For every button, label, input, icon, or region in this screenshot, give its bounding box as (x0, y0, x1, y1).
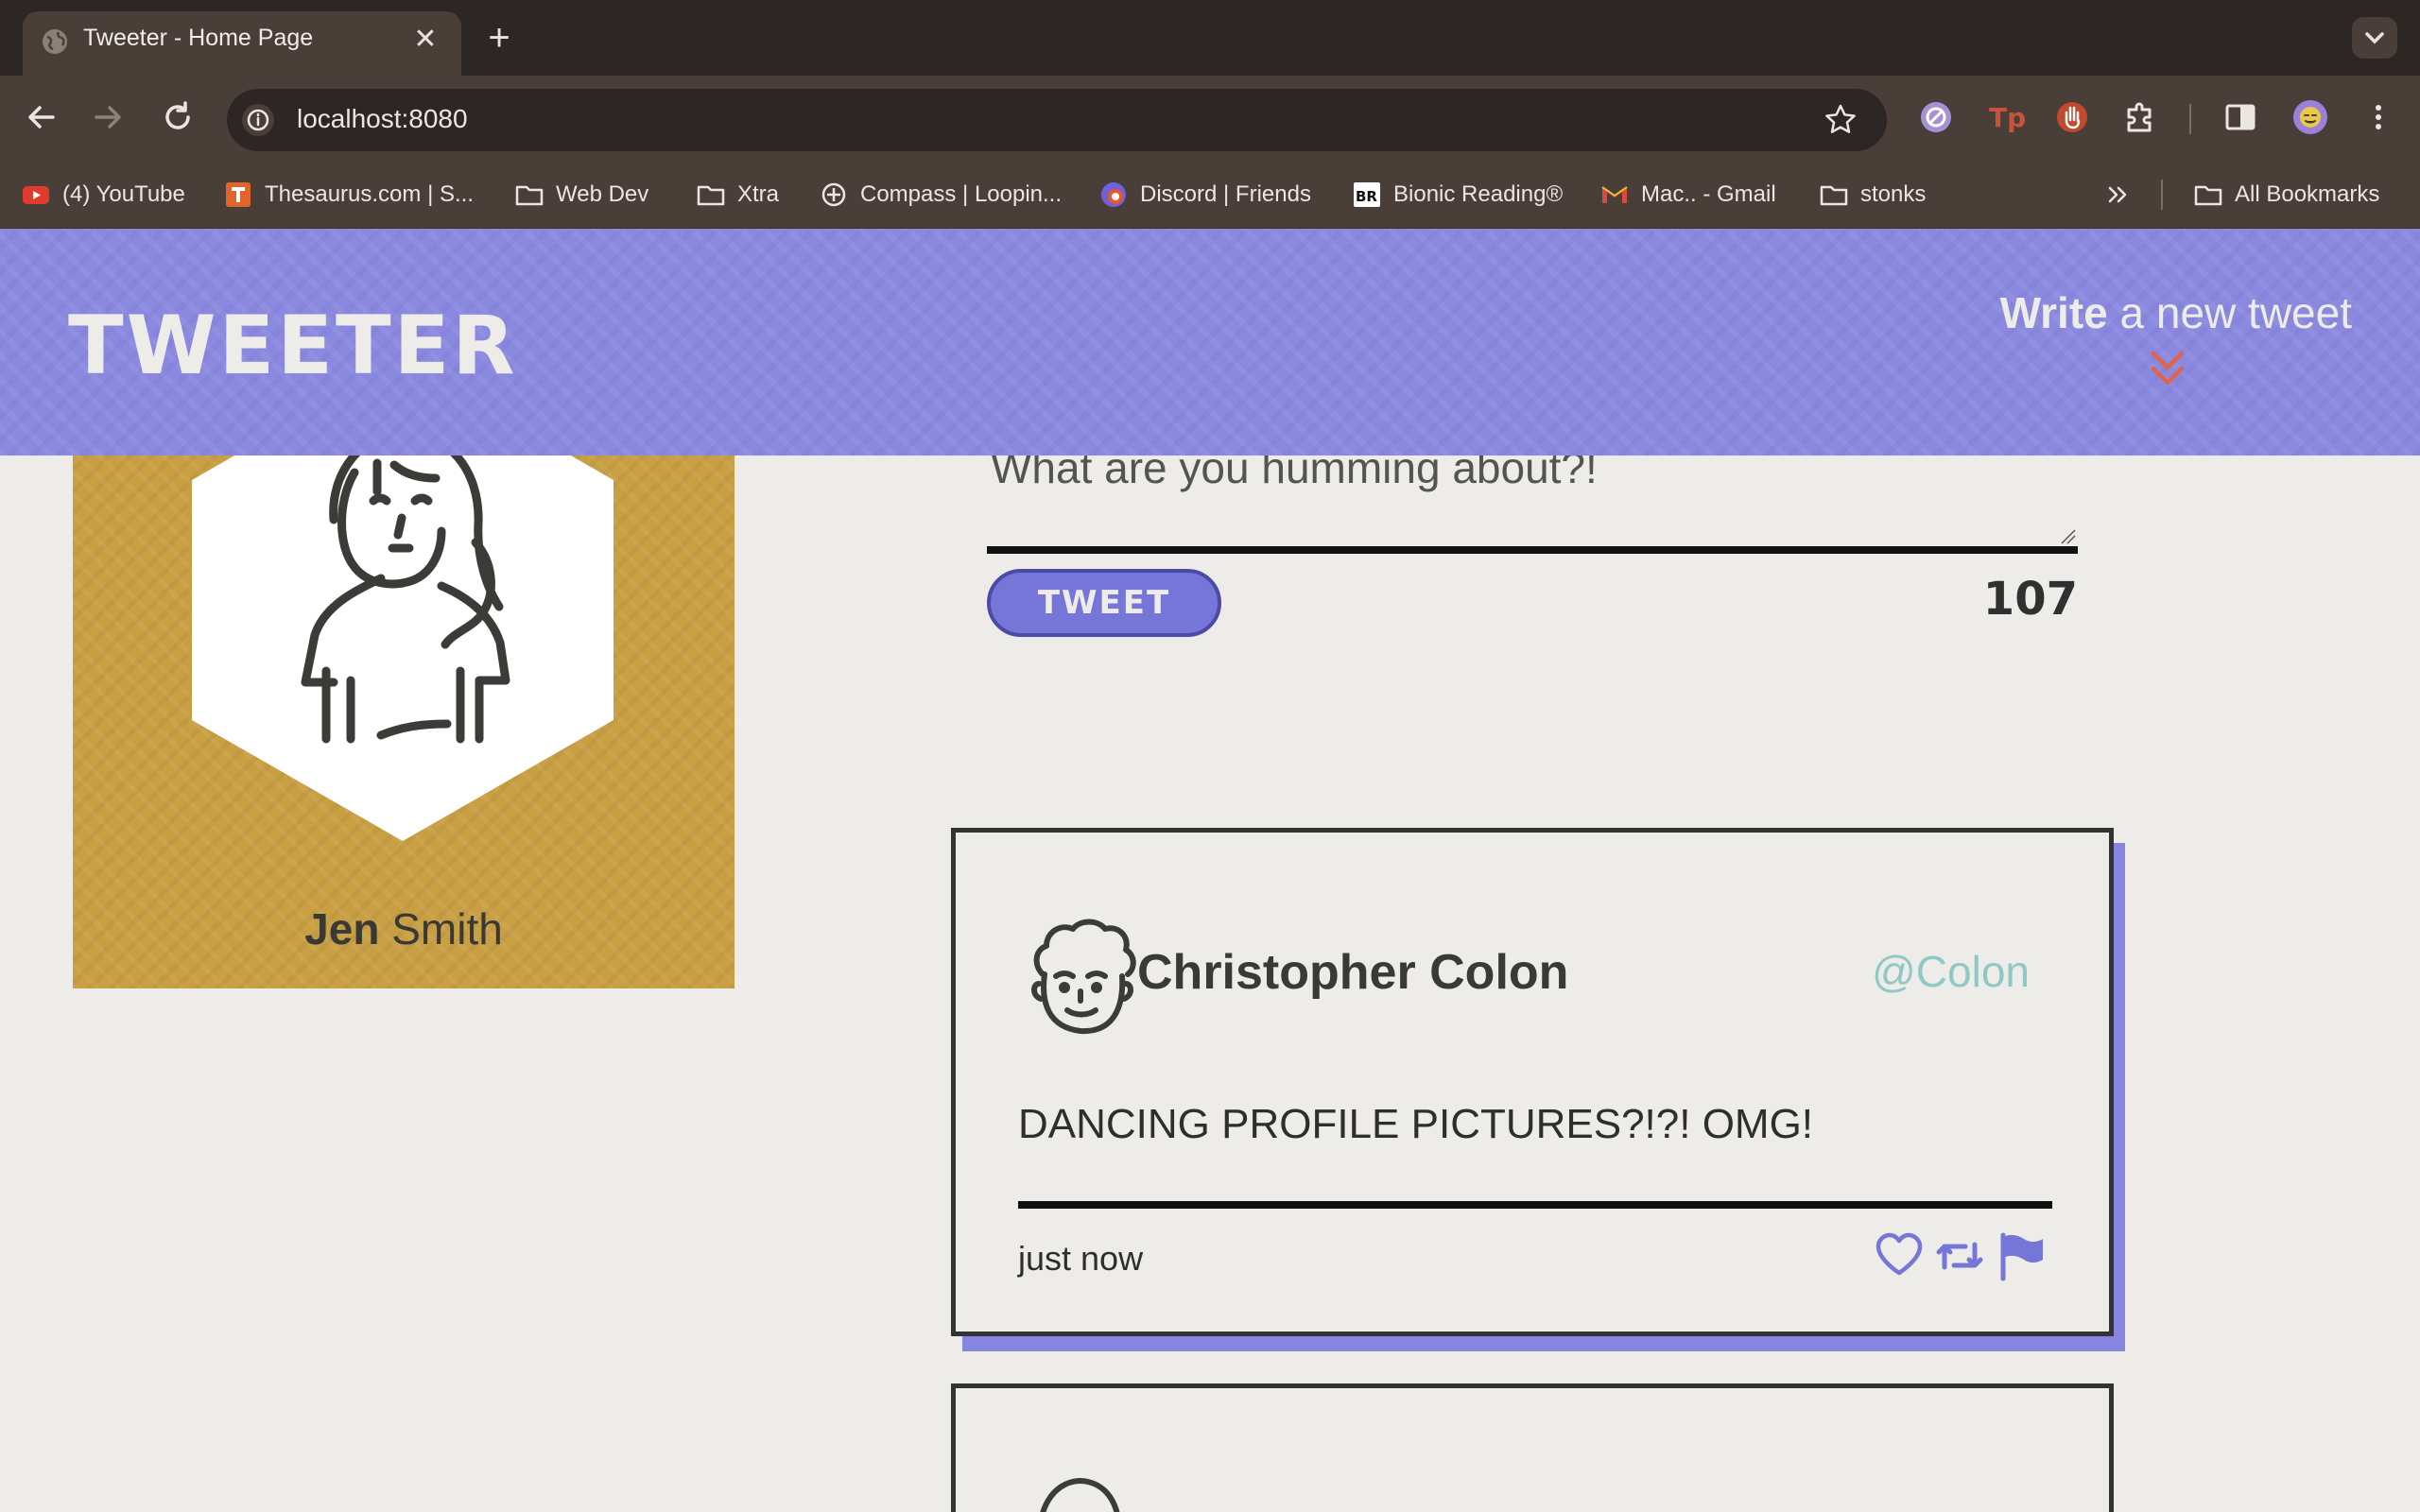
extension-block-icon[interactable] (1913, 94, 1959, 140)
bookmark-star-icon[interactable] (1823, 102, 1858, 138)
thesaurus-icon (226, 182, 251, 207)
site-header: TWEETER Write a new tweet (0, 229, 2420, 455)
tweet-actions (1873, 1229, 2048, 1286)
textarea-underline (987, 546, 2078, 554)
tweet-submit-button[interactable]: TWEET (987, 569, 1221, 637)
side-panel-icon[interactable] (2218, 94, 2263, 140)
folder-icon (2194, 185, 2222, 206)
all-bookmarks-button[interactable]: All Bookmarks (2193, 176, 2379, 214)
write-rest-label: a new tweet (2119, 288, 2352, 337)
profile-card: Jen Smith (73, 359, 735, 988)
bookmarks-bar: (4) YouTube Thesaurus.com | S... Web Dev… (0, 161, 2420, 229)
profile-first-name: Jen (304, 904, 380, 954)
new-tab-button[interactable]: + (480, 19, 518, 57)
discord-icon (1101, 182, 1126, 207)
address-bar[interactable]: localhost:8080 (227, 89, 1887, 151)
browser-tab-bar: Tweeter - Home Page ✕ + (0, 0, 2420, 76)
forward-icon[interactable] (87, 96, 129, 138)
bookmark-bionic-reading[interactable]: BR Bionic Reading® (1352, 176, 1563, 214)
double-chevron-down-icon[interactable] (2146, 348, 2189, 391)
tweet-author-avatar (1040, 1477, 1120, 1512)
youtube-icon (23, 186, 49, 204)
tweet-divider (1018, 1201, 2052, 1209)
bookmark-folder-web-dev[interactable]: Web Dev (514, 176, 648, 214)
extension-hand-icon[interactable] (2049, 94, 2095, 140)
browser-toolbar: localhost:8080 Tp (0, 76, 2420, 161)
tab-title: Tweeter - Home Page (83, 25, 314, 51)
url-text: localhost:8080 (297, 104, 468, 133)
write-bold-label: Write (1999, 288, 2108, 337)
double-chevron-right-icon (2108, 186, 2127, 203)
tweet-author-avatar (1031, 919, 1136, 1035)
globe-icon (43, 29, 67, 54)
close-tab-icon[interactable]: ✕ (410, 25, 441, 55)
bookmark-folder-xtra[interactable]: Xtra (696, 176, 779, 214)
site-info-icon[interactable] (240, 102, 276, 138)
retweet-icon[interactable] (1933, 1229, 1986, 1282)
tab-search-button[interactable] (2352, 17, 2397, 59)
folder-icon (1820, 185, 1848, 206)
site-logo: TWEETER (68, 299, 518, 393)
reload-icon[interactable] (157, 96, 199, 138)
profile-last-name: Smith (391, 904, 503, 954)
compass-icon (821, 182, 846, 207)
toolbar-divider (2189, 104, 2191, 134)
tweet-author-handle: @Colon (1872, 947, 2030, 996)
folder-icon (515, 185, 544, 206)
tweet-card: Christopher Colon @Colon DANCING PROFILE… (951, 828, 2114, 1336)
more-bookmarks-button[interactable] (2102, 176, 2133, 214)
resize-grip-icon[interactable] (2059, 527, 2076, 544)
tweet-card (951, 1383, 2114, 1512)
gmail-icon (1601, 186, 1628, 203)
write-new-tweet-link[interactable]: Write a new tweet (2000, 287, 2352, 338)
bookmark-discord[interactable]: Discord | Friends (1098, 176, 1311, 214)
active-tab[interactable]: Tweeter - Home Page ✕ (23, 11, 461, 76)
profile-avatar-icon[interactable] (2288, 94, 2333, 140)
bookmark-youtube[interactable]: (4) YouTube (21, 176, 185, 214)
bookmarks-divider (2161, 180, 2163, 210)
menu-kebab-icon[interactable] (2356, 94, 2401, 140)
character-counter: 107 (1982, 573, 2078, 626)
extensions-puzzle-icon[interactable] (2118, 94, 2163, 140)
extension-tp-icon[interactable]: Tp (1981, 94, 2027, 140)
bookmark-folder-stonks[interactable]: stonks (1819, 176, 1926, 214)
bionic-reading-icon: BR (1354, 182, 1380, 207)
flag-icon[interactable] (1994, 1229, 2047, 1282)
tweet-author-name: Christopher Colon (1137, 945, 1569, 1000)
bookmark-compass[interactable]: Compass | Loopin... (819, 176, 1062, 214)
back-icon[interactable] (21, 96, 62, 138)
heart-icon[interactable] (1873, 1229, 1926, 1282)
bookmark-thesaurus[interactable]: Thesaurus.com | S... (223, 176, 474, 214)
chevron-down-icon (2365, 32, 2384, 44)
bookmark-gmail[interactable]: Mac.. - Gmail (1599, 176, 1776, 214)
svg-text:Tp: Tp (1989, 102, 2026, 133)
tweet-body: DANCING PROFILE PICTURES?!?! OMG! (1018, 1101, 1814, 1147)
tweet-timestamp: just now (1018, 1239, 1144, 1278)
svg-text:BR: BR (1356, 188, 1377, 205)
profile-name: Jen Smith (73, 903, 735, 954)
folder-icon (697, 185, 725, 206)
